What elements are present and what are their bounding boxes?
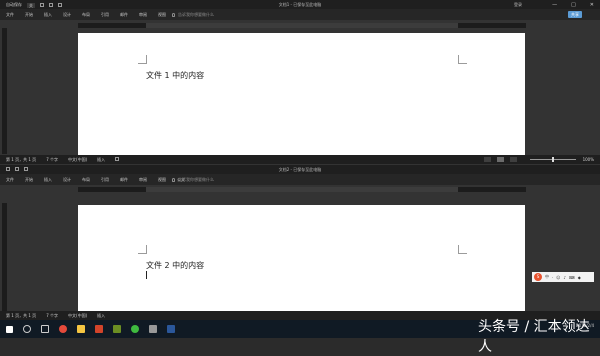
window-controls: — □ ✕ <box>552 2 594 8</box>
page-count[interactable]: 第 1 页，共 1 页 <box>6 313 36 319</box>
tab-mailings[interactable]: 邮件 <box>120 12 128 18</box>
tab-design[interactable]: 设计 <box>63 177 71 183</box>
cortana-icon[interactable] <box>23 325 31 333</box>
tell-me-text: 告诉我你想要做什么 <box>178 177 214 182</box>
file-explorer-icon[interactable] <box>77 325 85 333</box>
vertical-ruler[interactable] <box>2 28 7 154</box>
title-bar: 自动保存 关 文档1 - 已保存至此电脑 登录 — □ ✕ <box>0 0 600 9</box>
keyboard-icon[interactable]: ⌨ <box>569 275 575 280</box>
punctuation-icon[interactable]: · <box>552 275 553 280</box>
language[interactable]: 中文(中国) <box>68 313 87 319</box>
window-title: 文档1 - 已保存至此电脑 <box>278 2 322 7</box>
tab-file[interactable]: 文件 <box>6 12 14 18</box>
ribbon-tabs: 文件 开始 插入 设计 布局 引用 邮件 审阅 视图 告诉我你想要做什么 <box>0 9 600 20</box>
chrome-icon[interactable] <box>59 325 67 333</box>
title-bar: 文档2 - 已保存至此电脑 <box>0 165 600 174</box>
document-text[interactable]: 文件 2 中的内容 <box>146 260 204 271</box>
task-view-icon[interactable] <box>41 325 49 333</box>
insert-mode[interactable]: 插入 <box>97 313 105 319</box>
page-count[interactable]: 第 1 页，共 1 页 <box>6 157 36 163</box>
language[interactable]: 中文(中国) <box>68 157 87 163</box>
tell-me-text: 告诉我你想要做什么 <box>178 12 214 17</box>
lightbulb-icon <box>172 178 175 182</box>
ime-toolbar[interactable]: S 中 · ☺ ♪ ⌨ ◆ <box>532 272 594 282</box>
tab-home[interactable]: 开始 <box>25 177 33 183</box>
sogou-logo-icon: S <box>534 273 542 281</box>
tab-mailings[interactable]: 邮件 <box>120 177 128 183</box>
read-mode-button[interactable] <box>483 157 491 162</box>
zoom-thumb[interactable] <box>552 157 554 162</box>
tab-references[interactable]: 引用 <box>101 177 109 183</box>
zoom-level[interactable]: 100% <box>583 157 594 162</box>
watermark: 头条号 / 汇本领达人 <box>478 319 590 355</box>
print-layout-button[interactable] <box>496 157 504 162</box>
vertical-ruler[interactable] <box>2 203 7 313</box>
tab-view[interactable]: 视图 <box>158 177 166 183</box>
powerpoint-icon[interactable] <box>95 325 103 333</box>
tab-review[interactable]: 审阅 <box>139 177 147 183</box>
minimize-button[interactable]: — <box>552 2 557 8</box>
close-button[interactable]: ✕ <box>590 2 594 8</box>
word-count[interactable]: 7 个字 <box>46 157 58 163</box>
window-title: 文档2 - 已保存至此电脑 <box>278 167 322 172</box>
tab-references[interactable]: 引用 <box>101 12 109 18</box>
tab-layout[interactable]: 布局 <box>82 12 90 18</box>
crop-mark <box>458 55 467 64</box>
share-button[interactable]: 共享 <box>568 11 582 18</box>
tab-file[interactable]: 文件 <box>6 177 14 183</box>
tell-me-box[interactable]: 告诉我你想要做什么 <box>172 177 214 183</box>
windows-start-icon[interactable] <box>6 325 13 333</box>
tab-home[interactable]: 开始 <box>25 12 33 18</box>
document-text[interactable]: 文件 1 中的内容 <box>146 70 204 81</box>
crop-mark <box>138 245 147 254</box>
mic-icon[interactable]: ♪ <box>563 275 566 280</box>
lightbulb-icon <box>172 13 175 17</box>
macro-icon[interactable] <box>115 157 120 161</box>
horizontal-ruler[interactable] <box>78 187 526 192</box>
document-page[interactable]: 文件 1 中的内容 <box>78 33 525 156</box>
tab-insert[interactable]: 插入 <box>44 177 52 183</box>
web-layout-button[interactable] <box>509 157 517 162</box>
app-icon[interactable] <box>149 325 157 333</box>
wechat-icon[interactable] <box>131 325 139 333</box>
document-page[interactable]: 文件 2 中的内容 <box>78 205 525 320</box>
skin-icon[interactable]: ◆ <box>578 275 581 280</box>
text-cursor <box>146 271 147 279</box>
maximize-button[interactable]: □ <box>571 2 576 8</box>
horizontal-ruler[interactable] <box>78 23 526 28</box>
app-icon[interactable] <box>113 325 121 333</box>
emoji-icon[interactable]: ☺ <box>556 275 560 280</box>
word-count[interactable]: 7 个字 <box>46 313 58 319</box>
ime-mode[interactable]: 中 <box>545 274 549 280</box>
tab-review[interactable]: 审阅 <box>139 12 147 18</box>
tab-layout[interactable]: 布局 <box>82 177 90 183</box>
tab-view[interactable]: 视图 <box>158 12 166 18</box>
word-window-2: 文档2 - 已保存至此电脑 文件 开始 插入 设计 布局 引用 邮件 审阅 视图… <box>0 165 600 320</box>
tab-insert[interactable]: 插入 <box>44 12 52 18</box>
insert-mode[interactable]: 插入 <box>97 157 105 163</box>
tab-design[interactable]: 设计 <box>63 12 71 18</box>
status-bar: 第 1 页，共 1 页 7 个字 中文(中国) 插入 100% <box>0 155 600 164</box>
crop-mark <box>458 245 467 254</box>
word-window-1: 自动保存 关 文档1 - 已保存至此电脑 登录 — □ ✕ 文件 开始 插入 设… <box>0 0 600 165</box>
login-link[interactable]: 登录 <box>514 2 522 8</box>
word-icon[interactable] <box>167 325 175 333</box>
ribbon-tabs: 文件 开始 插入 设计 布局 引用 邮件 审阅 视图 公文 告诉我你想要做什么 <box>0 174 600 185</box>
tell-me-box[interactable]: 告诉我你想要做什么 <box>172 12 214 18</box>
crop-mark <box>138 55 147 64</box>
